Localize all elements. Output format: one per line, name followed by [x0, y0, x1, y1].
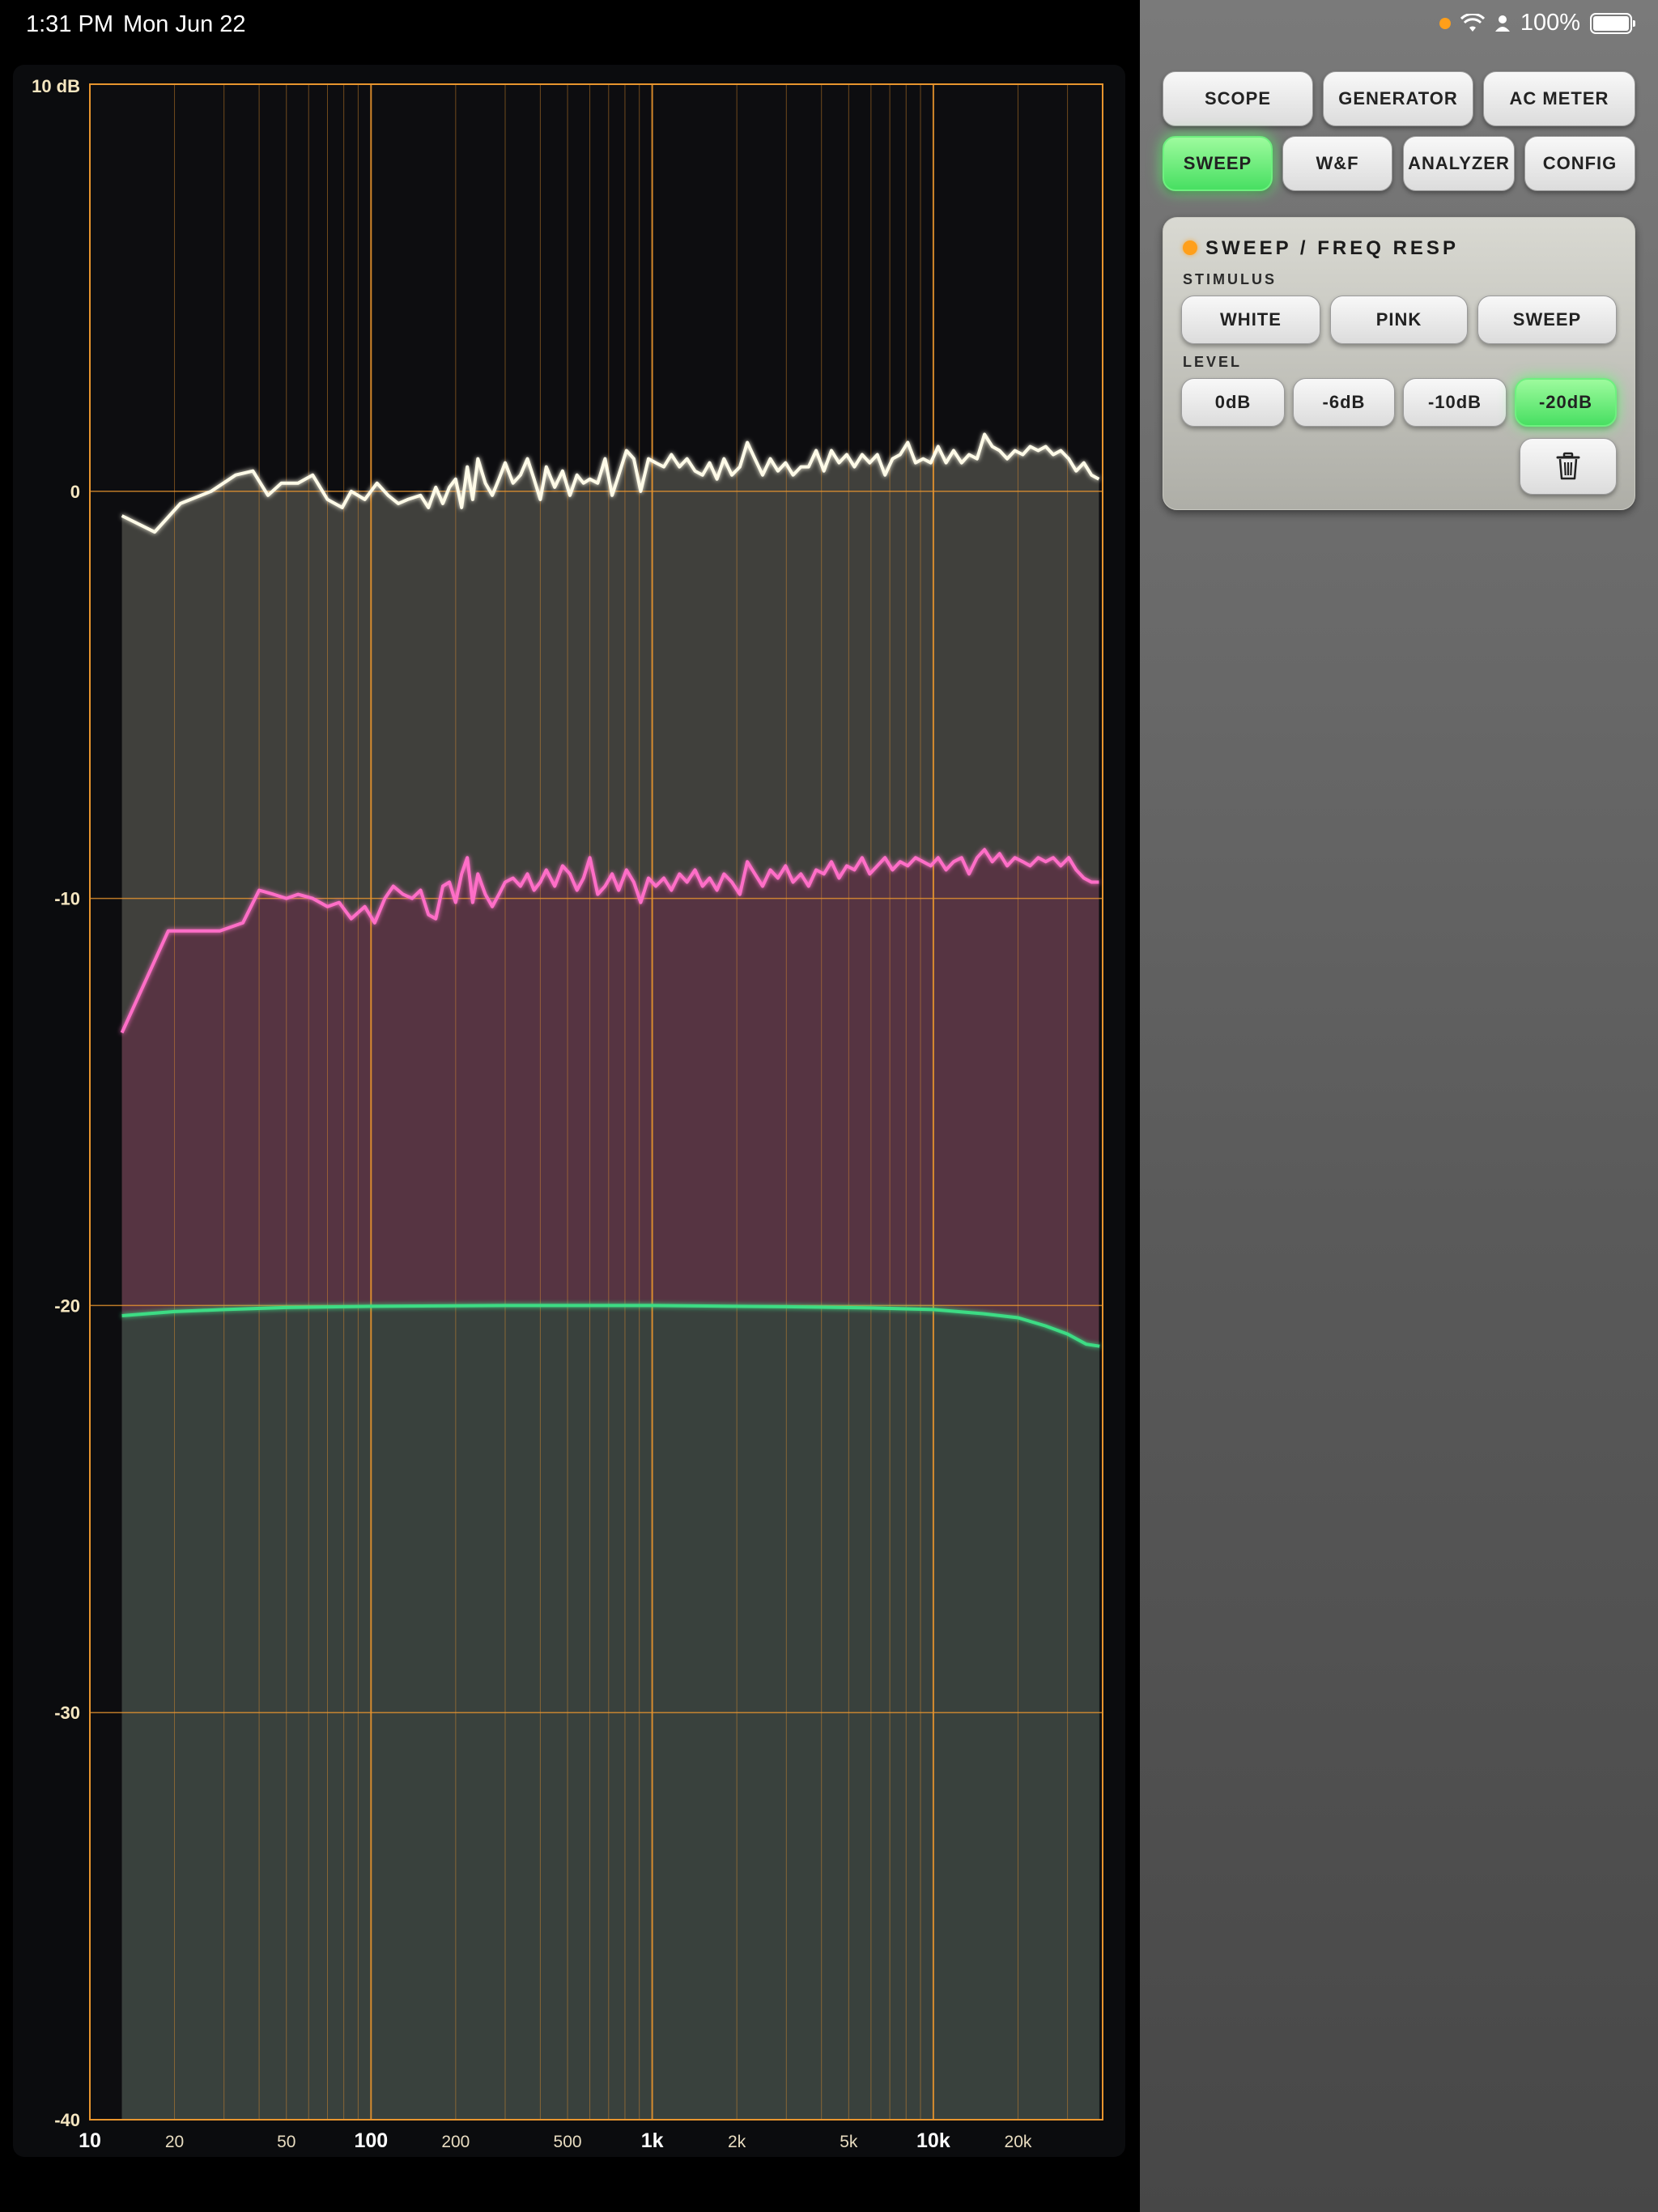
- level-minus10db-button[interactable]: -10dB: [1403, 378, 1507, 427]
- x-tick-label: 50: [277, 2133, 295, 2151]
- x-tick-label: 100: [354, 2129, 388, 2152]
- mic-in-use-indicator-icon: [1439, 17, 1451, 29]
- tab-ac-meter[interactable]: AC METER: [1483, 71, 1635, 126]
- tab-generator[interactable]: GENERATOR: [1323, 71, 1473, 126]
- y-tick-label: -30: [54, 1703, 80, 1723]
- x-tick-label: 500: [554, 2133, 582, 2151]
- level-0db-button[interactable]: 0dB: [1181, 378, 1285, 427]
- trash-icon: [1556, 452, 1580, 480]
- x-tick-label: 10: [79, 2129, 101, 2152]
- y-tick-label: 0: [70, 482, 80, 502]
- stimulus-label: STIMULUS: [1183, 271, 1277, 287]
- y-tick-label: -40: [54, 2110, 80, 2130]
- battery-percent: 100%: [1520, 10, 1580, 36]
- x-tick-label: 20k: [1005, 2133, 1032, 2151]
- x-tick-label: 2k: [728, 2133, 746, 2151]
- wifi-icon: [1460, 13, 1485, 32]
- battery-icon: [1590, 12, 1635, 34]
- person-icon: [1494, 15, 1510, 32]
- tab-wow-flutter[interactable]: W&F: [1282, 136, 1392, 191]
- panel-title: SWEEP / FREQ RESP: [1205, 237, 1459, 259]
- y-tick-label: 10 dB: [32, 76, 80, 96]
- status-time: 1:31 PM: [26, 11, 113, 37]
- y-tick-label: -10: [54, 889, 80, 909]
- level-label: LEVEL: [1183, 354, 1243, 370]
- chart-svg: 10 dB 0 -10 -20 -30 -4010 20 50 100 200 500 1k 2k 5k 1…: [32, 76, 1103, 2152]
- chart-pane: 1:31 PM Mon Jun 22 10 dB 0 -10 -20 -30 -40 10 2…: [0, 0, 1140, 2212]
- x-tick-label: 5k: [840, 2133, 858, 2151]
- x-tick-label: 200: [441, 2133, 470, 2151]
- stimulus-white-button[interactable]: WHITE: [1181, 296, 1320, 344]
- x-tick-label: 20: [165, 2133, 184, 2151]
- clear-button[interactable]: [1520, 438, 1617, 495]
- x-tick-label: 10k: [916, 2129, 950, 2152]
- panel-status-dot: [1183, 240, 1197, 255]
- tab-config[interactable]: CONFIG: [1524, 136, 1635, 191]
- tab-analyzer[interactable]: ANALYZER: [1403, 136, 1515, 191]
- tab-sweep[interactable]: SWEEP: [1163, 136, 1273, 191]
- level-minus20db-button[interactable]: -20dB: [1515, 378, 1617, 427]
- sweep-settings-panel: SWEEP / FREQ RESP STIMULUS WHITE PINK SW…: [1163, 217, 1635, 510]
- stimulus-sweep-button[interactable]: SWEEP: [1477, 296, 1617, 344]
- y-tick-label: -20: [54, 1295, 80, 1316]
- frequency-response-chart[interactable]: 10 dB 0 -10 -20 -30 -40 10 20 50 100 200 500 1k 2k 5k 1…: [13, 65, 1125, 2157]
- status-indicators: 100%: [1439, 10, 1635, 36]
- level-minus6db-button[interactable]: -6dB: [1293, 378, 1395, 427]
- tab-scope[interactable]: SCOPE: [1163, 71, 1313, 126]
- x-tick-label: 1k: [641, 2129, 664, 2152]
- status-date: Mon Jun 22: [123, 11, 246, 37]
- stimulus-pink-button[interactable]: PINK: [1330, 296, 1468, 344]
